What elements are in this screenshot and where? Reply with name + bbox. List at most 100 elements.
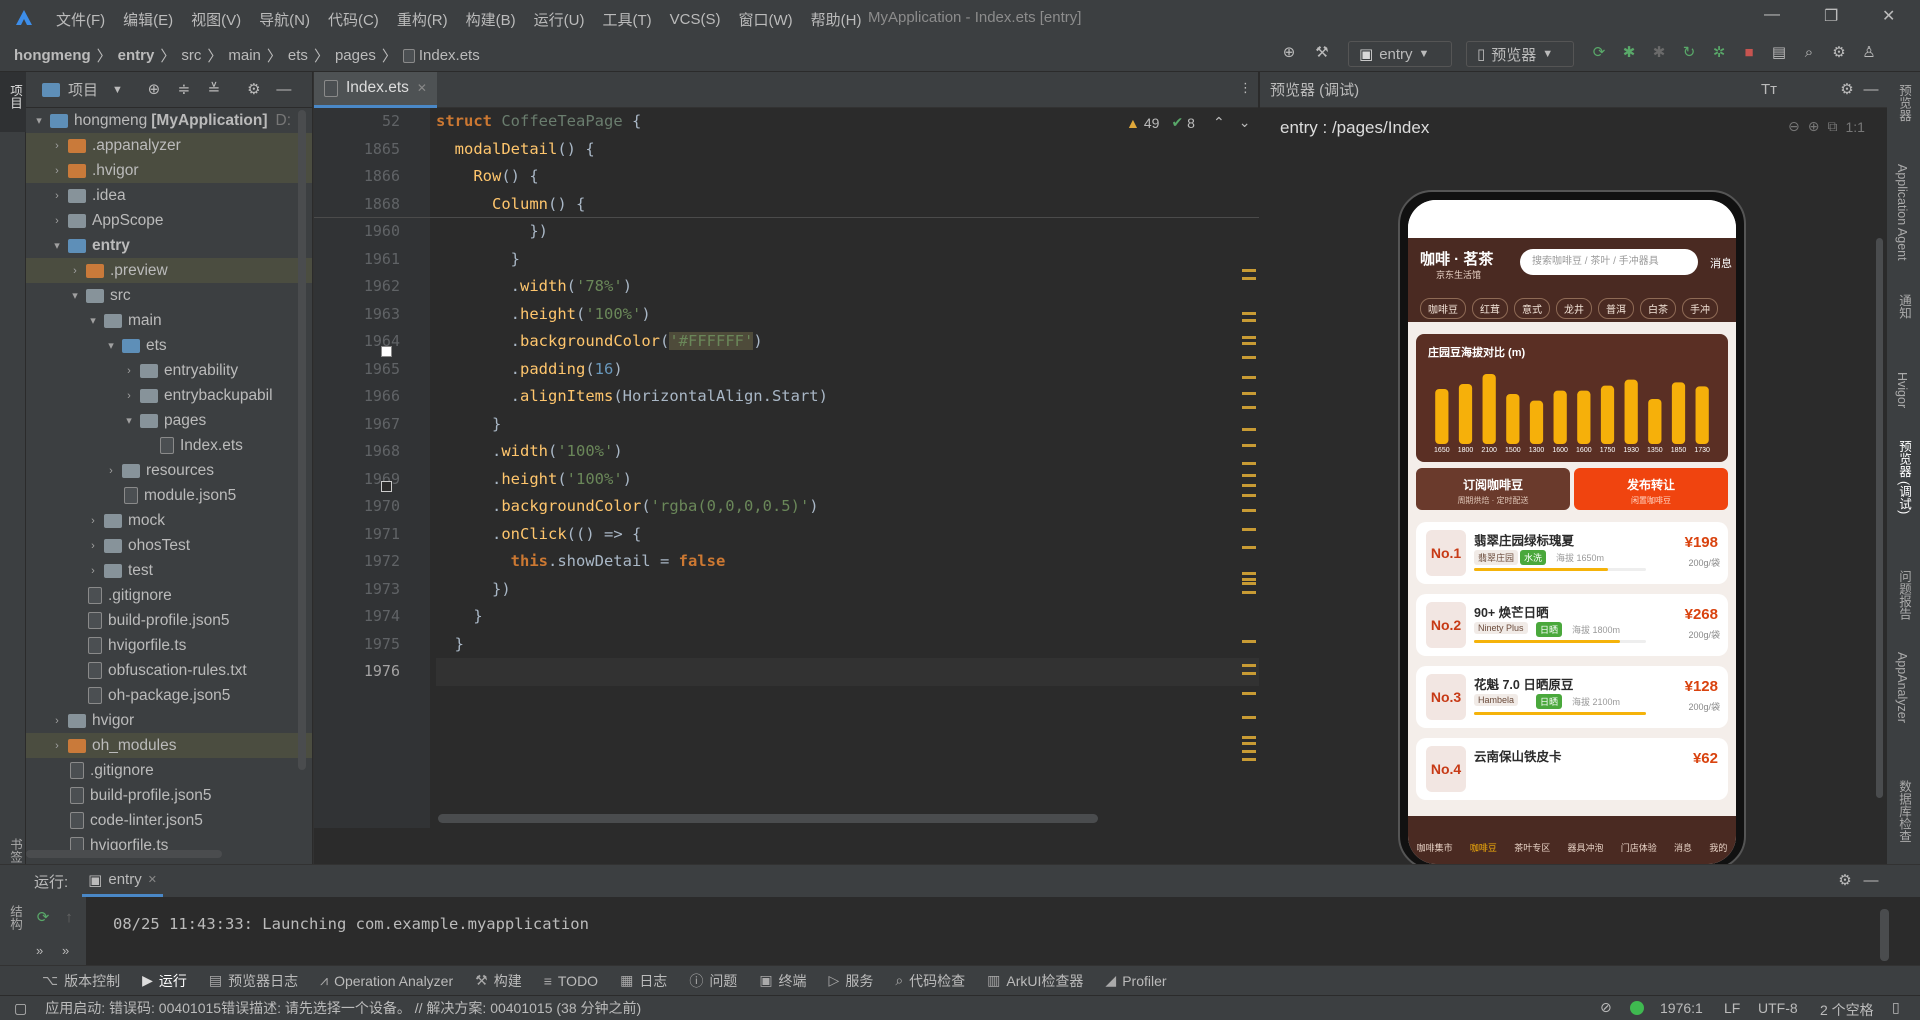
code-line[interactable]: } [436,603,1259,631]
stripe-mark[interactable] [1242,269,1256,272]
menu-item[interactable]: VCS(S) [670,11,721,28]
sticky-code-line[interactable]: modalDetail() { [436,136,1259,164]
tree-item[interactable]: ▾ entry [26,233,312,258]
expand-arrow-icon[interactable]: ▾ [68,289,82,302]
stripe-mark[interactable] [1242,736,1256,739]
expand-arrow-icon[interactable]: ▾ [122,414,136,427]
tree-item[interactable]: ▾ src [26,283,312,308]
device-select[interactable]: ▯ 预览器 ▼ [1466,41,1574,67]
menu-item[interactable]: 重构(R) [397,9,448,30]
tree-item[interactable]: › hvigor [26,708,312,733]
code-line[interactable]: }) [436,576,1259,604]
tree-item[interactable]: › test [26,558,312,583]
tool-window-button[interactable]: Operation Analyzer [334,973,453,989]
stripe-mark[interactable] [1242,406,1256,409]
right-tool-button[interactable]: AppAnalyzer [1895,652,1909,723]
code-line[interactable]: .padding(16) [436,356,1259,384]
app-nav-item[interactable]: 我的 [1709,841,1727,854]
settings-icon[interactable]: ⚙ [245,81,263,99]
status-message[interactable]: 应用启动: 错误码: 00401015错误描述: 请先选择一个设备。 // 解决… [45,998,641,1018]
no-events-icon[interactable]: ⊘ [1600,999,1612,1016]
caret-position[interactable]: 1976:1 [1660,1000,1703,1016]
collapse-all-icon[interactable]: ≚ [205,81,223,99]
stripe-mark[interactable] [1242,572,1256,575]
rank-card[interactable]: No.1 翡翠庄园绿标瑰夏 翡翠庄园 水洗 海拔 1650m ¥198 200g/袋 [1416,522,1728,584]
right-tool-button[interactable]: 预览器 (调试) [1895,440,1914,514]
tree-item[interactable]: hvigorfile.ts [26,833,312,850]
right-tool-button[interactable]: Hvigor [1895,372,1909,408]
expand-arrow-icon[interactable]: ▾ [50,239,64,252]
rank-card[interactable]: No.4 云南保山铁皮卡 ¥62 [1416,738,1728,800]
tool-window-button[interactable]: 终端 [779,971,807,991]
debug-icon[interactable]: ✱ [1620,44,1638,62]
rerun-icon[interactable]: ⟳ [1590,44,1608,62]
stripe-mark[interactable] [1242,336,1256,339]
code-line[interactable]: .height('100%') [436,466,1259,494]
expand-all-icon[interactable]: ≑ [175,81,193,99]
code-line[interactable]: .width('78%') [436,273,1259,301]
zoom-in-icon[interactable]: ⊕ [1808,118,1820,135]
stripe-mark[interactable] [1242,750,1256,753]
expand-arrow-icon[interactable]: › [50,740,64,752]
actual-size-label[interactable]: 1:1 [1845,119,1864,135]
tree-item[interactable]: › entrybackupabil [26,383,312,408]
tool-window-button[interactable]: 构建 [494,971,522,991]
more-icon[interactable]: » [62,943,69,958]
chevron-down-icon[interactable]: ⌄ [1239,114,1251,131]
breadcrumb-item[interactable]: pages [335,47,376,64]
menu-item[interactable]: 代码(C) [328,9,379,30]
tree-item[interactable]: obfuscation-rules.txt [26,658,312,683]
tree-item[interactable]: › ohosTest [26,533,312,558]
code-line[interactable] [436,658,1259,686]
stripe-mark[interactable] [1242,546,1256,549]
expand-arrow-icon[interactable]: › [68,265,82,277]
attach-debugger-icon[interactable]: ✱ [1650,44,1668,62]
tree-item[interactable]: hvigorfile.ts [26,633,312,658]
code-line[interactable]: } [436,246,1259,274]
indent-setting[interactable]: 2 个空格 [1820,1000,1874,1020]
more-icon[interactable]: » [36,943,43,958]
stripe-mark[interactable] [1242,319,1256,322]
run-tab-entry[interactable]: ▣ entry ✕ [82,865,163,897]
run-scrollbar[interactable] [1880,909,1889,961]
tree-item[interactable]: › mock [26,508,312,533]
stripe-mark[interactable] [1242,640,1256,643]
tool-window-button[interactable]: 服务 [845,971,873,991]
expand-arrow-icon[interactable]: › [50,140,64,152]
expand-arrow-icon[interactable]: › [50,715,64,727]
editor-hscrollbar[interactable] [438,814,1098,823]
code-line[interactable]: }) [436,218,1259,246]
tab-index-ets[interactable]: Index.ets ✕ [314,71,437,108]
inspection-widget[interactable]: ▲ 49 ✔ 8 ⌃ ⌄ [1126,114,1250,131]
code-line[interactable]: .alignItems(HorizontalAlign.Start) [436,383,1259,411]
expand-arrow-icon[interactable]: › [50,165,64,177]
lock-icon[interactable]: ▯ [1892,999,1900,1016]
stripe-mark[interactable] [1242,376,1256,379]
stripe-mark[interactable] [1242,462,1256,465]
project-tool-button[interactable]: 项目 [0,72,26,132]
tree-item[interactable]: › .preview [26,258,312,283]
code-line[interactable]: .backgroundColor('#FFFFFF') [436,328,1259,356]
hide-icon[interactable]: — [1862,81,1880,99]
menu-item[interactable]: 视图(V) [191,9,241,30]
tool-window-button[interactable]: TODO [558,973,598,989]
app-nav-item[interactable]: 门店体验 [1621,841,1657,854]
stripe-mark[interactable] [1242,742,1256,745]
tree-item[interactable]: › .appanalyzer [26,133,312,158]
tool-window-button[interactable]: 运行 [159,971,187,991]
menu-item[interactable]: 导航(N) [259,9,310,30]
settings-icon[interactable]: ⚙ [1838,81,1856,99]
color-swatch-white[interactable] [381,346,392,357]
stripe-mark[interactable] [1242,509,1256,512]
reload-icon[interactable]: ↻ [1680,44,1698,62]
close-tab-icon[interactable]: ✕ [148,873,157,886]
settings-icon[interactable]: ⚙ [1836,872,1854,890]
tree-item[interactable]: › entryability [26,358,312,383]
code-line[interactable]: .height('100%') [436,301,1259,329]
maximize-icon[interactable]: ❐ [1824,6,1838,26]
stripe-mark[interactable] [1242,277,1256,280]
menu-item[interactable]: 文件(F) [56,9,105,30]
zoom-out-icon[interactable]: ⊖ [1788,118,1800,135]
stop-icon[interactable]: ■ [1740,44,1758,62]
structure-tool-button[interactable]: 结构 [6,905,25,930]
